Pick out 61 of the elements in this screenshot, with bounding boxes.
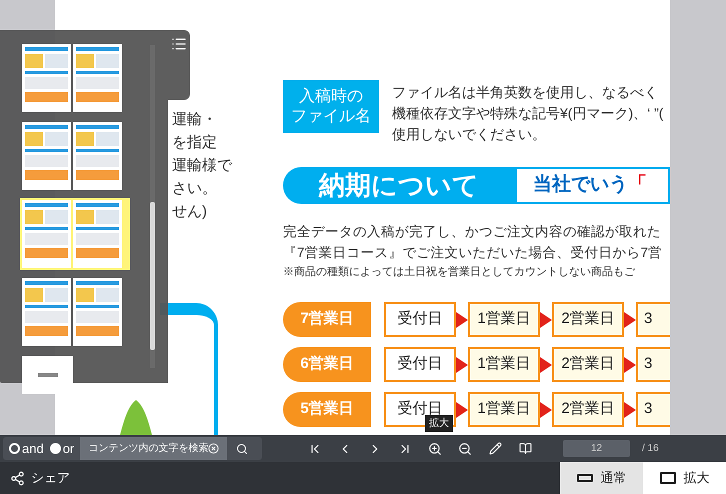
body-text: 機種依存文字や特殊な記号¥(円マーク)、‘ ”( — [392, 104, 664, 123]
search-field[interactable]: コンテンツ内の文字を検索 — [80, 437, 228, 460]
step-box: 2営業日 — [552, 392, 624, 427]
arrow-icon — [540, 312, 552, 328]
book-icon[interactable] — [517, 440, 533, 456]
step-box: 1営業日 — [468, 392, 540, 427]
arrow-icon — [624, 402, 636, 418]
step-box: 2営業日 — [552, 302, 624, 337]
days-label: 6営業日 — [283, 347, 371, 382]
view-mode-tab[interactable]: 拡大 — [643, 462, 726, 494]
body-text: 『7営業日コース』でご注文いただいた場合、受付日から7営 — [283, 244, 664, 262]
radio-option[interactable]: or — [50, 438, 74, 458]
step-box: 3 — [636, 347, 670, 382]
body-text: ファイル名は半角英数を使用し、なるべく — [392, 83, 659, 102]
body-text: 使用しないでください。 — [392, 125, 547, 144]
search-icon — [236, 442, 248, 454]
arrow-icon — [456, 312, 468, 328]
clear-icon[interactable] — [208, 443, 220, 454]
step-box: 3 — [636, 392, 670, 427]
step-box: 3 — [636, 302, 670, 337]
view-mode-tab[interactable]: 通常 — [560, 462, 643, 494]
arrow-icon — [456, 356, 468, 372]
scrollbar[interactable] — [150, 45, 155, 368]
arrow-icon — [624, 356, 636, 372]
body-text: を指定 — [172, 133, 218, 153]
arrow-icon — [624, 312, 636, 328]
arrow-icon — [456, 402, 468, 418]
days-label: 5営業日 — [283, 392, 371, 427]
pencil-icon[interactable] — [487, 440, 503, 456]
step-box: 受付日 — [384, 302, 456, 337]
page-total: / 16 — [642, 442, 659, 456]
plant-drawing — [120, 400, 152, 435]
note-text: ※商品の種類によっては土日祝を営業日としてカウントしない商品もご — [283, 264, 636, 280]
body-text: せん) — [172, 202, 208, 222]
step-box: 受付日 — [384, 347, 456, 382]
zoom-in-icon[interactable] — [427, 440, 443, 456]
body-text: さい。 — [172, 179, 218, 199]
radio-icon[interactable] — [9, 443, 20, 454]
step-box: 2営業日 — [552, 347, 624, 382]
tooltip: 拡大 — [425, 415, 453, 432]
zoom-out-icon[interactable] — [457, 440, 473, 456]
share-button[interactable]: シェア — [10, 468, 70, 488]
label-text: 入稿時の — [299, 86, 363, 106]
heading-banner: 納期について — [283, 167, 515, 204]
bracket-mark: 「 — [628, 173, 647, 198]
subheading-text: 当社でいう — [533, 172, 628, 198]
page-number-field[interactable]: 12 — [563, 440, 630, 457]
page-thumbnail[interactable] — [20, 198, 130, 270]
body-text: 運輸様で — [172, 156, 234, 176]
share-icon — [10, 470, 25, 486]
arrow-icon — [540, 356, 552, 372]
radio-icon[interactable] — [50, 443, 61, 454]
radio-option[interactable]: and — [9, 438, 44, 458]
body-text: 運輸・ — [172, 110, 218, 130]
arrow-icon — [540, 402, 552, 418]
step-box: 1営業日 — [468, 347, 540, 382]
step-box: 1営業日 — [468, 302, 540, 337]
body-text: 完全データの入稿が完了し、かつご注文内容の確認が取れた — [283, 223, 662, 241]
label-text: ファイル名 — [291, 106, 371, 126]
list-icon[interactable] — [171, 36, 187, 50]
days-label: 7営業日 — [283, 302, 371, 337]
